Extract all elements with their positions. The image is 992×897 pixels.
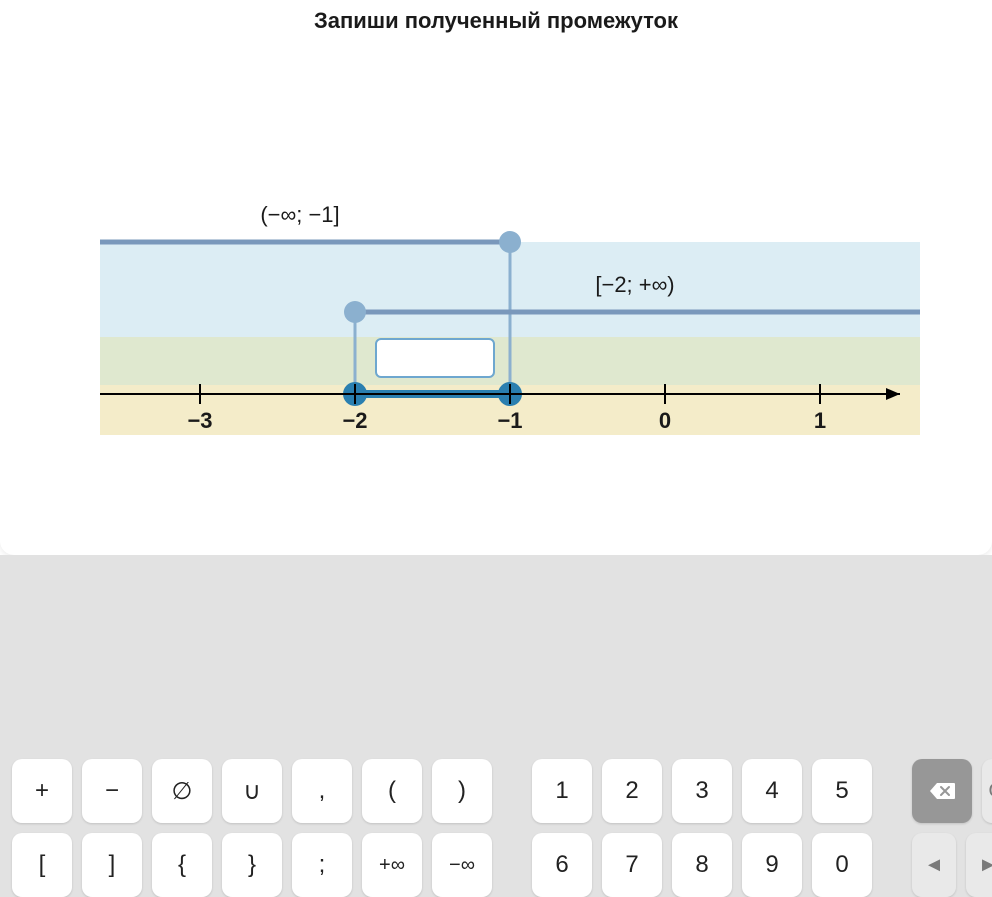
key-comma[interactable]: , bbox=[292, 759, 352, 823]
key-4[interactable]: 4 bbox=[742, 759, 802, 823]
key-rparen[interactable]: ) bbox=[432, 759, 492, 823]
tick-label: −1 bbox=[497, 408, 522, 433]
key-8[interactable]: 8 bbox=[672, 833, 732, 897]
key-plus[interactable]: + bbox=[12, 759, 72, 823]
backspace-icon bbox=[929, 782, 955, 800]
gray-spacer bbox=[0, 555, 992, 755]
key-1[interactable]: 1 bbox=[532, 759, 592, 823]
key-5[interactable]: 5 bbox=[812, 759, 872, 823]
key-rbracket[interactable]: ] bbox=[82, 833, 142, 897]
interval-a-label: (−∞; −1] bbox=[260, 202, 339, 227]
key-rbrace[interactable]: } bbox=[222, 833, 282, 897]
keyboard-row-1: + − ∅ ∪ , ( ) 1 2 3 4 5 OK bbox=[12, 759, 980, 823]
key-plus-infinity[interactable]: +∞ bbox=[362, 833, 422, 897]
answer-input[interactable] bbox=[375, 338, 495, 378]
key-minus-infinity[interactable]: −∞ bbox=[432, 833, 492, 897]
tick-label: −3 bbox=[187, 408, 212, 433]
key-nav-right[interactable]: ► bbox=[966, 833, 992, 897]
key-minus[interactable]: − bbox=[82, 759, 142, 823]
key-lparen[interactable]: ( bbox=[362, 759, 422, 823]
number-line-diagram: (−∞; −1] [−2; +∞) −3 −2 −1 0 bbox=[100, 190, 920, 435]
key-6[interactable]: 6 bbox=[532, 833, 592, 897]
key-7[interactable]: 7 bbox=[602, 833, 662, 897]
key-2[interactable]: 2 bbox=[602, 759, 662, 823]
key-ok[interactable]: OK bbox=[982, 759, 992, 823]
page-title: Запиши полученный промежуток bbox=[0, 0, 992, 34]
problem-card: Запиши полученный промежуток (−∞; −1] [−… bbox=[0, 0, 992, 555]
key-union[interactable]: ∪ bbox=[222, 759, 282, 823]
tick-label: 0 bbox=[659, 408, 671, 433]
key-0[interactable]: 0 bbox=[812, 833, 872, 897]
tick-label: 1 bbox=[814, 408, 826, 433]
key-backspace[interactable] bbox=[912, 759, 972, 823]
tick-label: −2 bbox=[342, 408, 367, 433]
interval-a-endpoint bbox=[499, 231, 521, 253]
key-lbracket[interactable]: [ bbox=[12, 833, 72, 897]
keyboard-row-2: [ ] { } ; +∞ −∞ 6 7 8 9 0 ◄ ► bbox=[12, 833, 980, 897]
math-keyboard: + − ∅ ∪ , ( ) 1 2 3 4 5 OK [ ] { } ; +∞ … bbox=[0, 749, 992, 897]
key-emptyset[interactable]: ∅ bbox=[152, 759, 212, 823]
key-lbrace[interactable]: { bbox=[152, 833, 212, 897]
key-semicolon[interactable]: ; bbox=[292, 833, 352, 897]
interval-b-label: [−2; +∞) bbox=[595, 272, 674, 297]
key-nav-left[interactable]: ◄ bbox=[912, 833, 956, 897]
key-9[interactable]: 9 bbox=[742, 833, 802, 897]
key-3[interactable]: 3 bbox=[672, 759, 732, 823]
interval-b-endpoint bbox=[344, 301, 366, 323]
